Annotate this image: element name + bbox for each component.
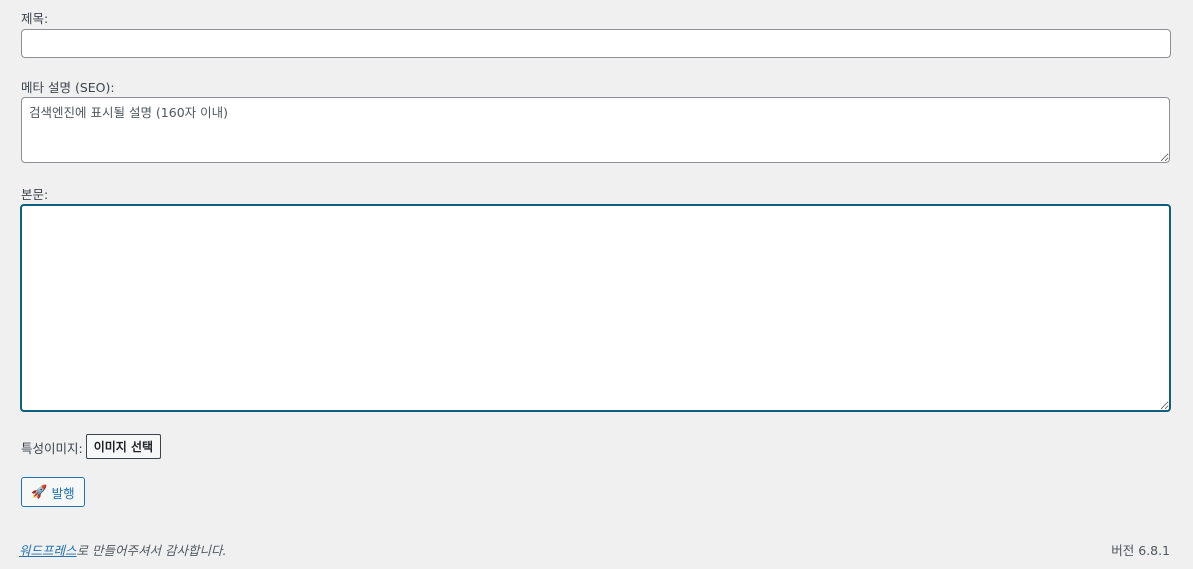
featured-image-label: 특성이미지: [21, 441, 83, 456]
choose-image-button[interactable]: 이미지 선택 [85, 433, 162, 459]
meta-description-label: 메타 설명 (SEO): [21, 80, 115, 95]
footer-thanks-text: 로 만들어주셔서 감사합니다. [76, 543, 227, 558]
publish-button-label: 발행 [51, 485, 75, 501]
wordpress-link[interactable]: 워드프레스 [19, 543, 77, 558]
title-label: 제목: [21, 11, 49, 26]
footer-version: 버전 6.8.1 [1111, 543, 1170, 558]
rocket-icon: 🚀 [31, 484, 48, 500]
body-textarea[interactable] [20, 204, 1171, 412]
body-label: 본문: [21, 187, 49, 202]
meta-description-textarea[interactable] [21, 97, 1170, 163]
featured-image-row: 특성이미지: 이미지 선택 [21, 433, 162, 459]
title-input[interactable] [21, 29, 1171, 58]
publish-button[interactable]: 🚀 발행 [21, 477, 85, 507]
footer-thanks: 워드프레스로 만들어주셔서 감사합니다. [19, 543, 226, 559]
post-editor-page: 제목: 메타 설명 (SEO): 본문: 특성이미지: 이미지 선택 🚀 발행 … [0, 0, 1193, 569]
